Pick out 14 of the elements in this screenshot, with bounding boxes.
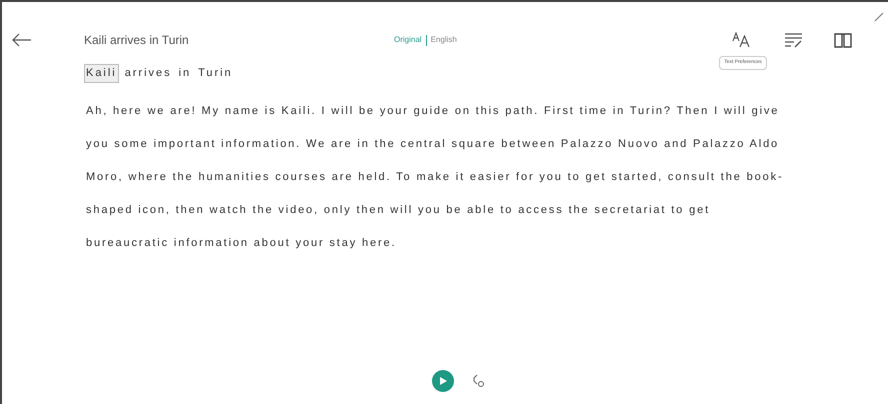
story-paragraph: Ah, here we are! My name is Kaili. I will be your guide on this path. First time in Turin? Then I will give you some important information. We are in the central square between Palazzo Nuovo and Palazzo Aldo Moro, where the humanities courses are held. To make it easier for you to get started, consult the book-shaped icon, then watch the video, only then will you be able to access the secretariat to get bureaucratic information about your stay here. (86, 104, 784, 250)
audio-settings-icon[interactable] (472, 374, 486, 388)
page-title: Kaili arrives in Turin (84, 32, 190, 49)
back-arrow-icon (12, 33, 32, 47)
text-edit-icon[interactable] (784, 32, 804, 48)
heading-word: Turin (197, 66, 234, 81)
resize-icon[interactable] (874, 12, 884, 22)
play-button[interactable] (432, 370, 454, 392)
language-tab[interactable]: Original (394, 34, 422, 46)
language-tab[interactable]: English (430, 34, 457, 46)
heading-word: Kaili (84, 64, 119, 82)
book-icon[interactable] (834, 32, 852, 48)
heading-word: in (178, 66, 192, 81)
heading-word: arrives (124, 66, 173, 81)
